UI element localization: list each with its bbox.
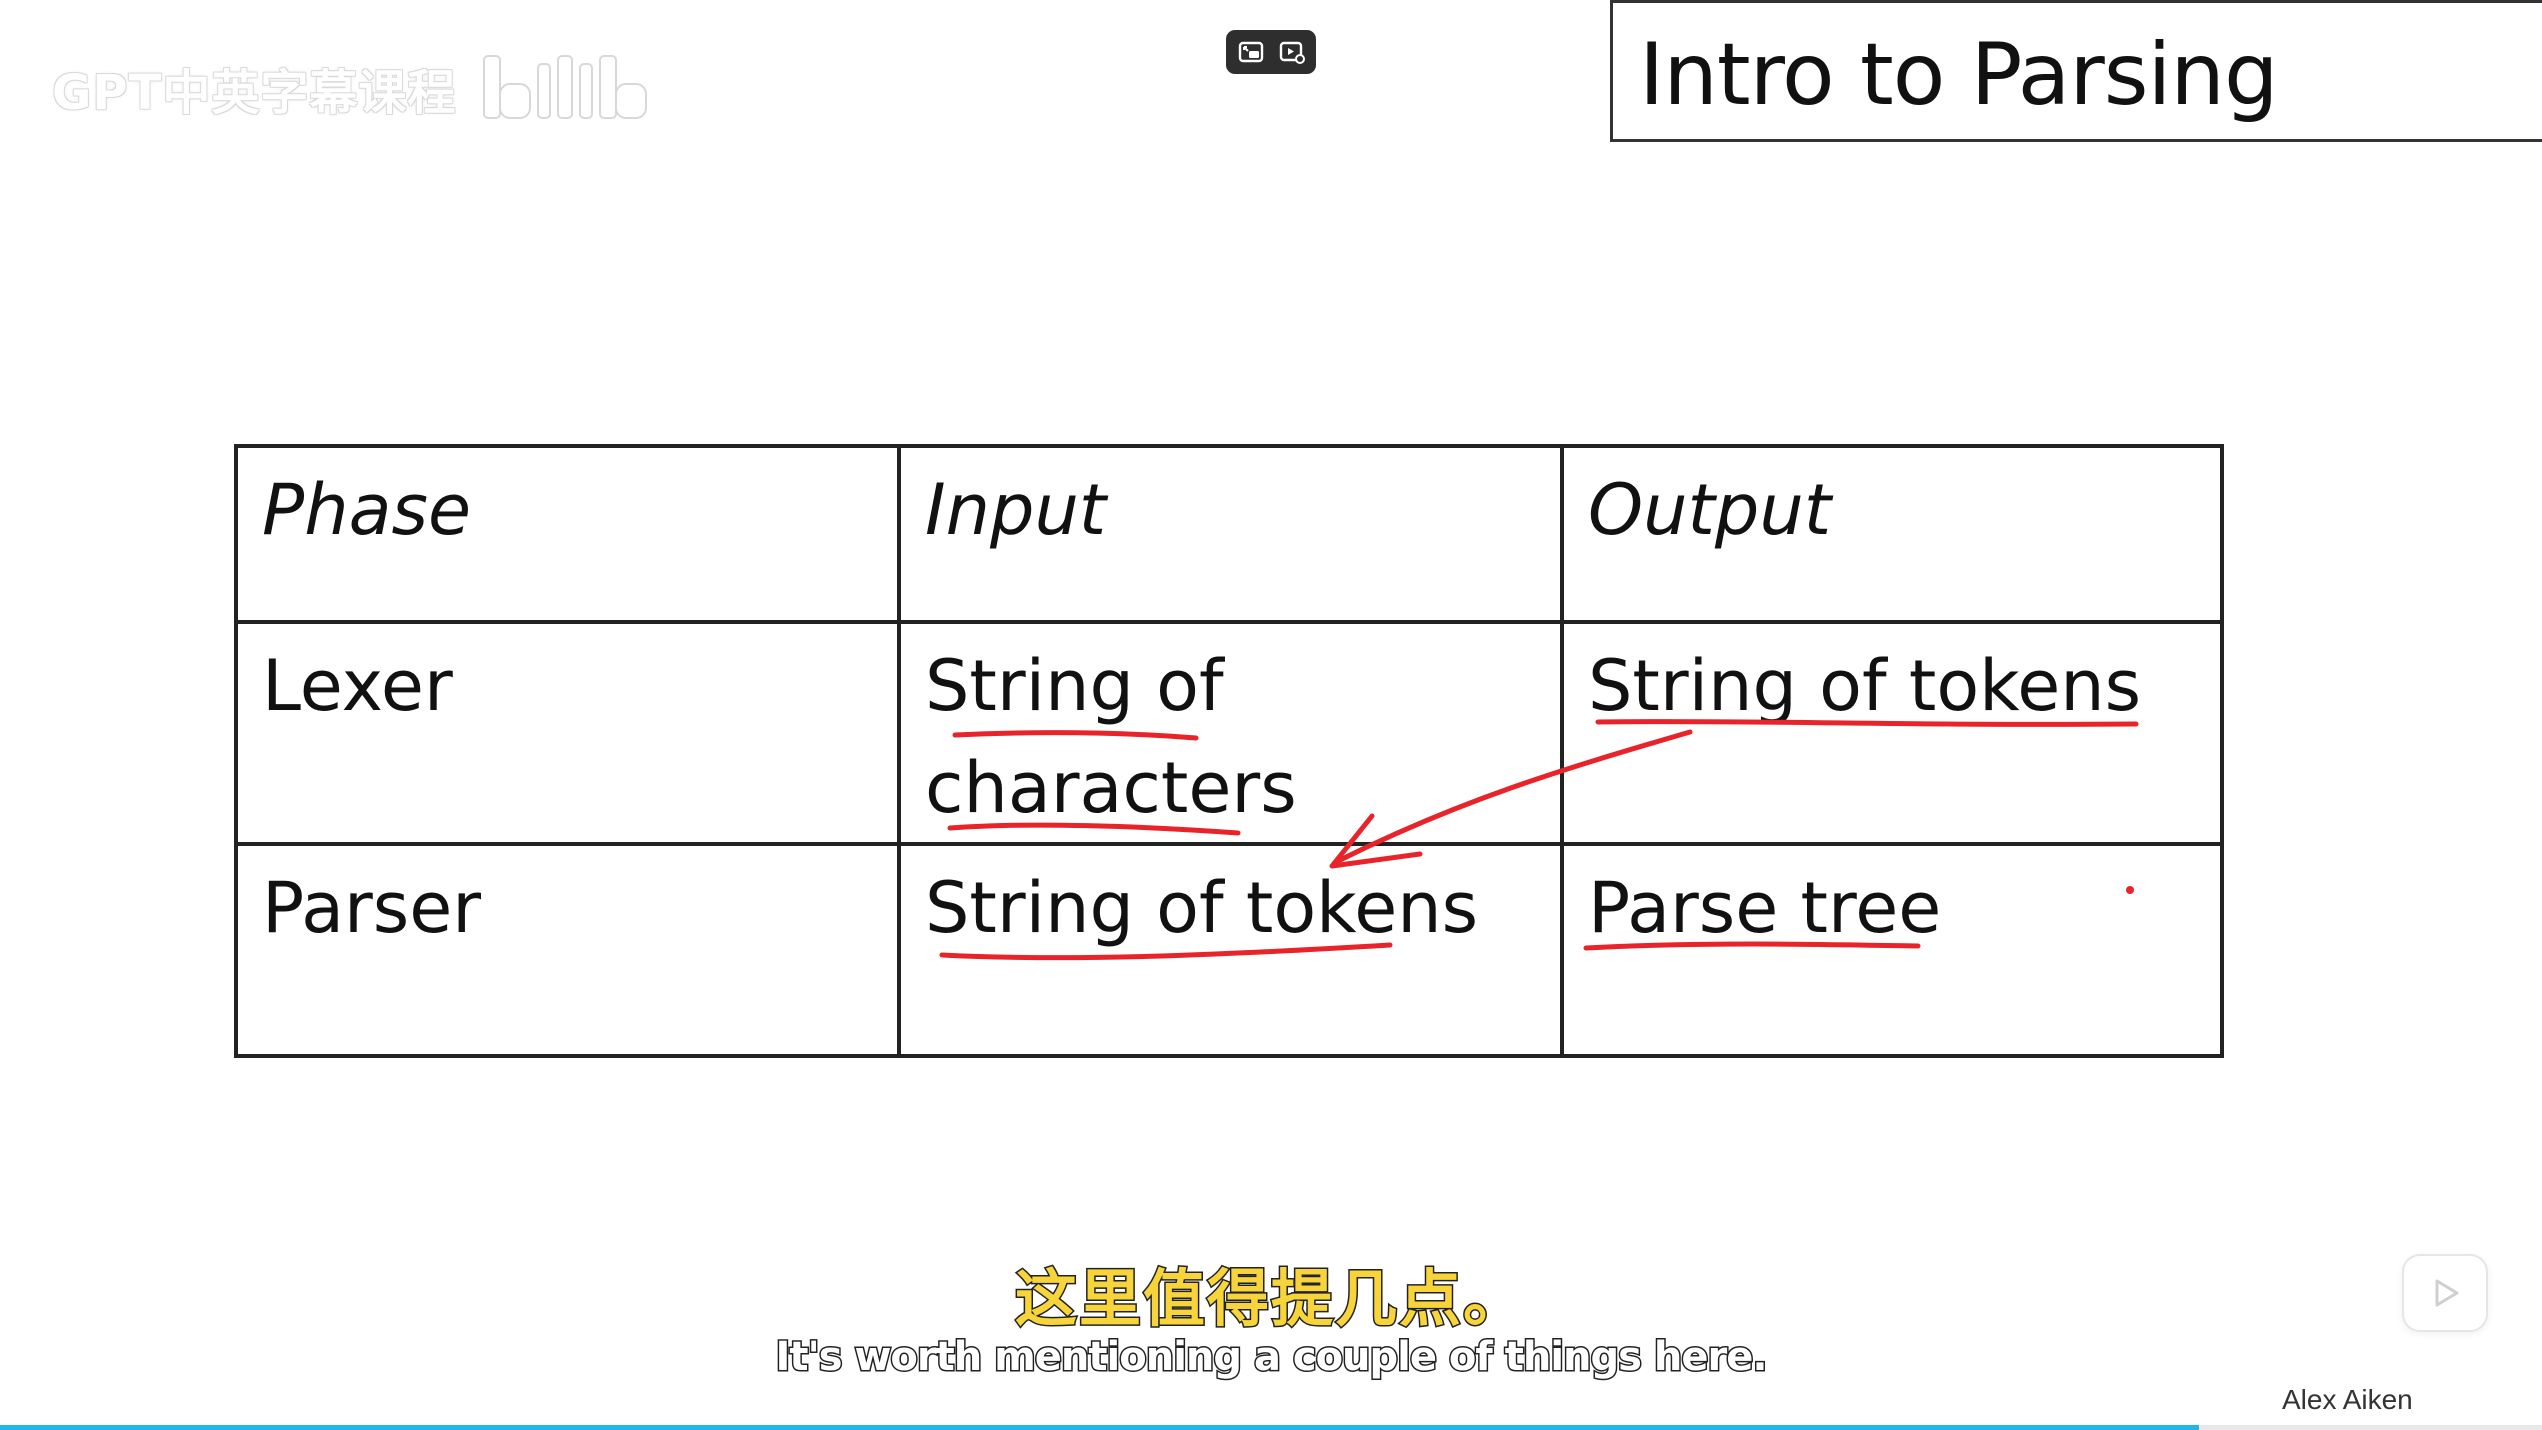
player-overlay-controls: [1226, 30, 1316, 74]
subtitle-english: It's worth mentioning a couple of things…: [774, 1333, 1769, 1382]
bilibili-logo-icon: [483, 55, 648, 119]
parser-output: Parse tree: [1588, 867, 1942, 949]
subtitle-chinese: 这里值得提几点。: [1013, 1261, 1527, 1337]
watermark-text: GPT中英字幕课程: [52, 65, 457, 121]
watermark: GPT中英字幕课程: [52, 48, 658, 128]
video-settings-button[interactable]: [1276, 36, 1308, 68]
video-frame: GPT中英字幕课程 Intro to Parsing Phase Input O…: [0, 0, 2542, 1430]
picture-in-picture-icon: [1238, 41, 1263, 63]
header-output: Output: [1588, 469, 1832, 551]
slide-title: Intro to Parsing: [1639, 25, 2279, 125]
parser-phase: Parser: [262, 867, 482, 949]
speaker-credit: Alex Aiken: [2282, 1384, 2413, 1415]
lexer-output: String of tokens: [1588, 645, 2142, 727]
lexer-input-line2: characters: [925, 747, 1297, 829]
slide-title-box: Intro to Parsing: [1610, 0, 2542, 142]
table-divider: [238, 620, 2220, 624]
video-settings-icon: [1279, 41, 1305, 64]
phase-table: Phase Input Output Lexer String of chara…: [234, 444, 2224, 1058]
progress-bar[interactable]: [0, 1425, 2542, 1430]
play-badge-button[interactable]: [2402, 1254, 2488, 1332]
parser-input: String of tokens: [925, 867, 1479, 949]
picture-in-picture-button[interactable]: [1235, 36, 1267, 68]
table-divider: [238, 842, 2220, 846]
lexer-phase: Lexer: [262, 645, 453, 727]
progress-fill: [0, 1425, 2199, 1430]
header-phase: Phase: [262, 469, 472, 551]
lexer-input-line1: String of: [925, 645, 1224, 727]
header-input: Input: [925, 469, 1107, 551]
play-icon: [2435, 1279, 2459, 1307]
